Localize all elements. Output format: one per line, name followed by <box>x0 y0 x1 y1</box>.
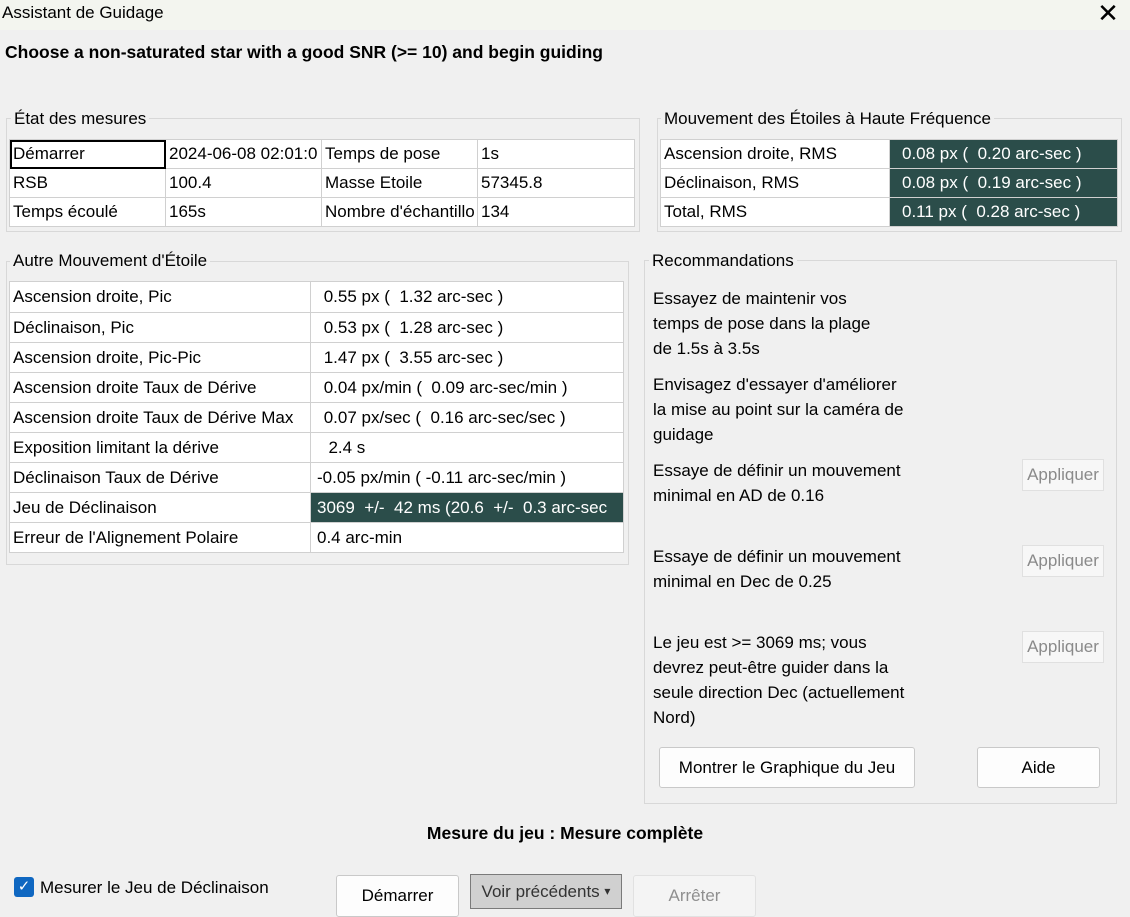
recommendation-ra-min-move: Essaye de définir un mouvement minimal e… <box>653 461 901 505</box>
measure-backlash-label[interactable]: Mesurer le Jeu de Déclinaison <box>40 878 269 898</box>
view-previous-label: Voir précédents <box>481 882 600 901</box>
table-cell: Nombre d'échantillo <box>321 197 478 227</box>
table-cell: Ascension droite Taux de Dérive Max <box>9 402 311 433</box>
table-cell: Déclinaison, Pic <box>9 312 311 343</box>
other-motion-table: Ascension droite, Pic 0.55 px ( 1.32 arc… <box>9 281 624 553</box>
show-backlash-graph-button[interactable]: Montrer le Graphique du Jeu <box>659 747 915 788</box>
checkmark-icon[interactable]: ✓ <box>14 877 34 897</box>
recommendations-title: Recommandations <box>649 251 797 271</box>
table-cell: Ascension droite Taux de Dérive <box>9 372 311 403</box>
table-cell: Ascension droite, Pic <box>9 281 311 313</box>
table-cell: 134 <box>477 197 635 227</box>
status-text: Mesure du jeu : Mesure complète <box>426 823 704 843</box>
table-cell: Total, RMS <box>660 197 890 227</box>
table-cell: 0.4 arc-min <box>310 522 624 553</box>
recommendation-dec-min-move: Essaye de définir un mouvement minimal e… <box>653 547 901 591</box>
table-cell: Masse Etoile <box>321 168 478 198</box>
table-cell: -0.05 px/min ( -0.11 arc-sec/min ) <box>310 462 624 493</box>
table-cell: 0.08 px ( 0.20 arc-sec ) <box>889 139 1118 169</box>
apply-dec-button[interactable]: Appliquer <box>1022 545 1104 577</box>
table-cell: 57345.8 <box>477 168 635 198</box>
table-row: Ascension droite, RMS 0.08 px ( 0.20 arc… <box>660 139 1118 169</box>
table-cell: 100.4 <box>165 168 322 198</box>
close-icon[interactable]: ✕ <box>1092 0 1124 28</box>
table-cell: 2.4 s <box>310 432 624 463</box>
measurement-status-title: État des mesures <box>11 109 150 129</box>
table-cell: Exposition limitant la dérive <box>9 432 311 463</box>
table-cell: 0.08 px ( 0.19 arc-sec ) <box>889 168 1118 198</box>
table-row: Démarrer 2024-06-08 02:01:0 Temps de pos… <box>9 139 635 169</box>
table-row: Déclinaison, Pic 0.53 px ( 1.28 arc-sec … <box>9 312 624 343</box>
table-row: Temps écoulé 165s Nombre d'échantillo 13… <box>9 197 635 227</box>
table-cell: 1s <box>477 139 635 169</box>
table-row: RSB 100.4 Masse Etoile 57345.8 <box>9 168 635 198</box>
table-row: Ascension droite Taux de Dérive Max 0.07… <box>9 402 624 433</box>
table-cell: 0.07 px/sec ( 0.16 arc-sec/sec ) <box>310 402 624 433</box>
table-cell: 0.04 px/min ( 0.09 arc-sec/min ) <box>310 372 624 403</box>
table-cell: Temps écoulé <box>9 197 166 227</box>
table-cell: Temps de pose <box>321 139 478 169</box>
table-row: Erreur de l'Alignement Polaire 0.4 arc-m… <box>9 522 624 553</box>
measurement-status-table: Démarrer 2024-06-08 02:01:0 Temps de pos… <box>9 139 635 227</box>
stop-button[interactable]: Arrêter <box>633 875 756 917</box>
table-row: Total, RMS 0.11 px ( 0.28 arc-sec ) <box>660 197 1118 227</box>
table-row: Déclinaison, RMS 0.08 px ( 0.19 arc-sec … <box>660 168 1118 198</box>
dropdown-caret-icon: ▾ <box>604 884 611 898</box>
table-cell: 0.53 px ( 1.28 arc-sec ) <box>310 312 624 343</box>
table-row: Ascension droite Taux de Dérive 0.04 px/… <box>9 372 624 403</box>
help-button[interactable]: Aide <box>977 747 1100 788</box>
table-row: Ascension droite, Pic-Pic 1.47 px ( 3.55… <box>9 342 624 373</box>
table-cell: RSB <box>9 168 166 198</box>
table-cell: 0.55 px ( 1.32 arc-sec ) <box>310 281 624 313</box>
table-row: Exposition limitant la dérive 2.4 s <box>9 432 624 463</box>
table-cell: 3069 +/- 42 ms (20.6 +/- 0.3 arc-sec <box>310 492 624 523</box>
table-cell: Ascension droite, Pic-Pic <box>9 342 311 373</box>
high-frequency-table: Ascension droite, RMS 0.08 px ( 0.20 arc… <box>660 139 1118 227</box>
table-row: Ascension droite, Pic 0.55 px ( 1.32 arc… <box>9 281 624 313</box>
other-motion-title: Autre Mouvement d'Étoile <box>10 251 211 271</box>
recommendation-exposure: Essayez de maintenir vos temps de pose d… <box>653 289 871 358</box>
table-cell: Ascension droite, RMS <box>660 139 890 169</box>
table-cell: 1.47 px ( 3.55 arc-sec ) <box>310 342 624 373</box>
table-row: Déclinaison Taux de Dérive -0.05 px/min … <box>9 462 624 493</box>
window-title: Assistant de Guidage <box>2 3 164 22</box>
table-cell: Jeu de Déclinaison <box>9 492 311 523</box>
view-previous-dropdown[interactable]: Voir précédents ▾ <box>470 874 622 909</box>
instruction-text: Choose a non-saturated star with a good … <box>5 42 603 62</box>
table-row: Jeu de Déclinaison 3069 +/- 42 ms (20.6 … <box>9 492 624 523</box>
recommendation-backlash: Le jeu est >= 3069 ms; vous devrez peut-… <box>653 633 905 727</box>
table-cell: 165s <box>165 197 322 227</box>
apply-backlash-button[interactable]: Appliquer <box>1022 631 1104 663</box>
table-cell: 2024-06-08 02:01:0 <box>165 139 322 169</box>
table-cell: Erreur de l'Alignement Polaire <box>9 522 311 553</box>
table-cell: Déclinaison Taux de Dérive <box>9 462 311 493</box>
high-frequency-title: Mouvement des Étoiles à Haute Fréquence <box>661 109 994 129</box>
table-cell: 0.11 px ( 0.28 arc-sec ) <box>889 197 1118 227</box>
start-button[interactable]: Démarrer <box>336 875 459 917</box>
table-cell: Déclinaison, RMS <box>660 168 890 198</box>
recommendation-focus: Envisagez d'essayer d'améliorer la mise … <box>653 375 904 444</box>
title-bar: Assistant de Guidage ✕ <box>0 0 1130 30</box>
table-cell[interactable]: Démarrer <box>9 139 166 169</box>
apply-ra-button[interactable]: Appliquer <box>1022 459 1104 491</box>
